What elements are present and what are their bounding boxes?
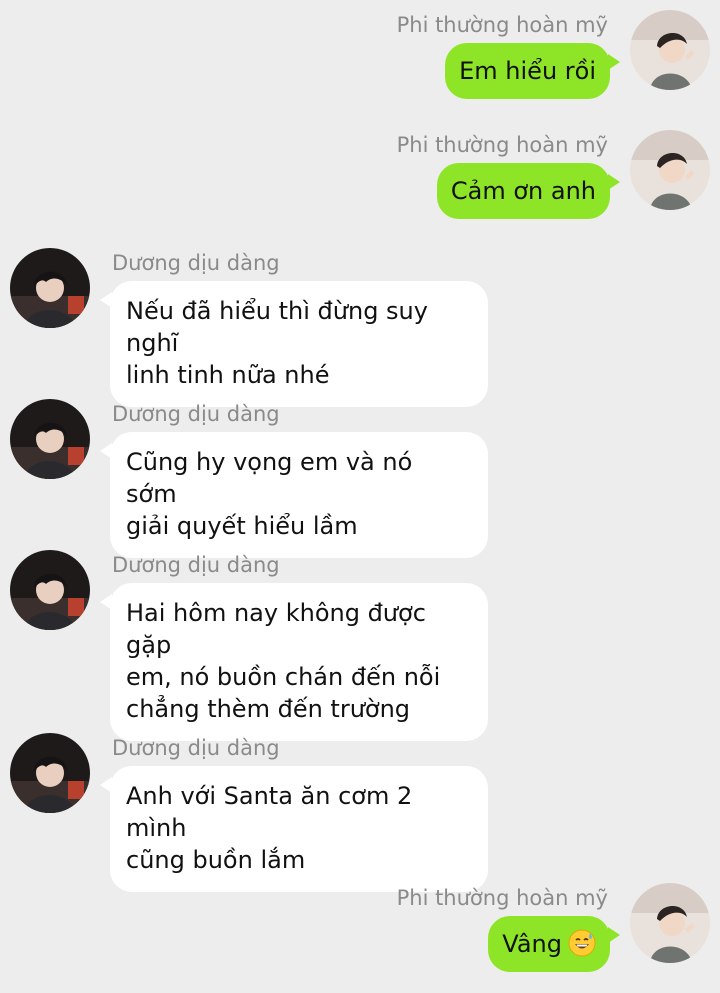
sender-name: Phi thường hoàn mỹ: [396, 133, 608, 157]
message-bubble[interactable]: Anh với Santa ăn cơm 2 mình cũng buồn lắ…: [110, 766, 488, 892]
message-text-line: giải quyết hiểu lầm: [126, 512, 358, 540]
boy-photo-avatar-icon: [10, 733, 90, 813]
message-text-line: linh tinh nữa nhé: [126, 361, 330, 389]
sender-name: Dương dịu dàng: [112, 736, 280, 760]
avatar[interactable]: [10, 550, 90, 630]
message-row-incoming: Dương dịu dàng Hai hôm nay không được gặ…: [0, 550, 720, 741]
message-bubble[interactable]: Em hiểu rồi: [445, 43, 610, 99]
message-text-line: Anh với Santa ăn cơm 2 mình: [126, 782, 413, 842]
message-row-outgoing: Phi thường hoàn mỹ Vâng: [0, 883, 720, 993]
message-row-incoming: Dương dịu dàng Anh với Santa ăn cơm 2 mì…: [0, 733, 720, 892]
grinning-sweat-emoji-icon: [568, 929, 596, 957]
message-text: Cảm ơn anh: [450, 177, 596, 205]
message-text: Em hiểu rồi: [459, 57, 596, 85]
message-row-outgoing: Phi thường hoàn mỹ Em hiểu rồi: [0, 10, 720, 120]
message-text-line: chẳng thèm đến trường: [126, 695, 411, 723]
boy-photo-avatar-icon: [10, 248, 90, 328]
message-row-incoming: Dương dịu dàng Cũng hy vọng em và nó sớm…: [0, 399, 720, 558]
message-text-line: cũng buồn lắm: [126, 846, 306, 874]
message-bubble[interactable]: Nếu đã hiểu thì đừng suy nghĩ linh tinh …: [110, 281, 488, 407]
sender-name: Dương dịu dàng: [112, 553, 280, 577]
boy-photo-avatar-icon: [10, 399, 90, 479]
message-text-line: em, nó buồn chán đến nỗi: [126, 663, 441, 691]
avatar[interactable]: [10, 733, 90, 813]
boy-photo-avatar-icon: [630, 10, 710, 90]
message-text-line: Hai hôm nay không được gặp: [126, 599, 426, 659]
message-bubble[interactable]: Cũng hy vọng em và nó sớm giải quyết hiể…: [110, 432, 488, 558]
message-bubble[interactable]: Vâng: [488, 916, 610, 972]
avatar[interactable]: [630, 883, 710, 963]
message-text-line: Cũng hy vọng em và nó sớm: [126, 448, 413, 508]
avatar[interactable]: [630, 130, 710, 210]
avatar[interactable]: [630, 10, 710, 90]
message-text: Vâng: [502, 930, 562, 958]
boy-photo-avatar-icon: [630, 130, 710, 210]
chat-screen: { "contacts": { "me": { "name": "Phi thư…: [0, 0, 720, 993]
boy-photo-avatar-icon: [10, 550, 90, 630]
avatar[interactable]: [10, 399, 90, 479]
message-row-outgoing: Phi thường hoàn mỹ Cảm ơn anh: [0, 130, 720, 240]
avatar[interactable]: [10, 248, 90, 328]
message-bubble[interactable]: Hai hôm nay không được gặp em, nó buồn c…: [110, 583, 488, 741]
sender-name: Dương dịu dàng: [112, 251, 280, 275]
sender-name: Dương dịu dàng: [112, 402, 280, 426]
message-bubble[interactable]: Cảm ơn anh: [436, 163, 610, 219]
boy-photo-avatar-icon: [630, 883, 710, 963]
sender-name: Phi thường hoàn mỹ: [396, 13, 608, 37]
message-row-incoming: Dương dịu dàng Nếu đã hiểu thì đừng suy …: [0, 248, 720, 407]
message-text-line: Nếu đã hiểu thì đừng suy nghĩ: [126, 297, 428, 357]
sender-name: Phi thường hoàn mỹ: [396, 886, 608, 910]
